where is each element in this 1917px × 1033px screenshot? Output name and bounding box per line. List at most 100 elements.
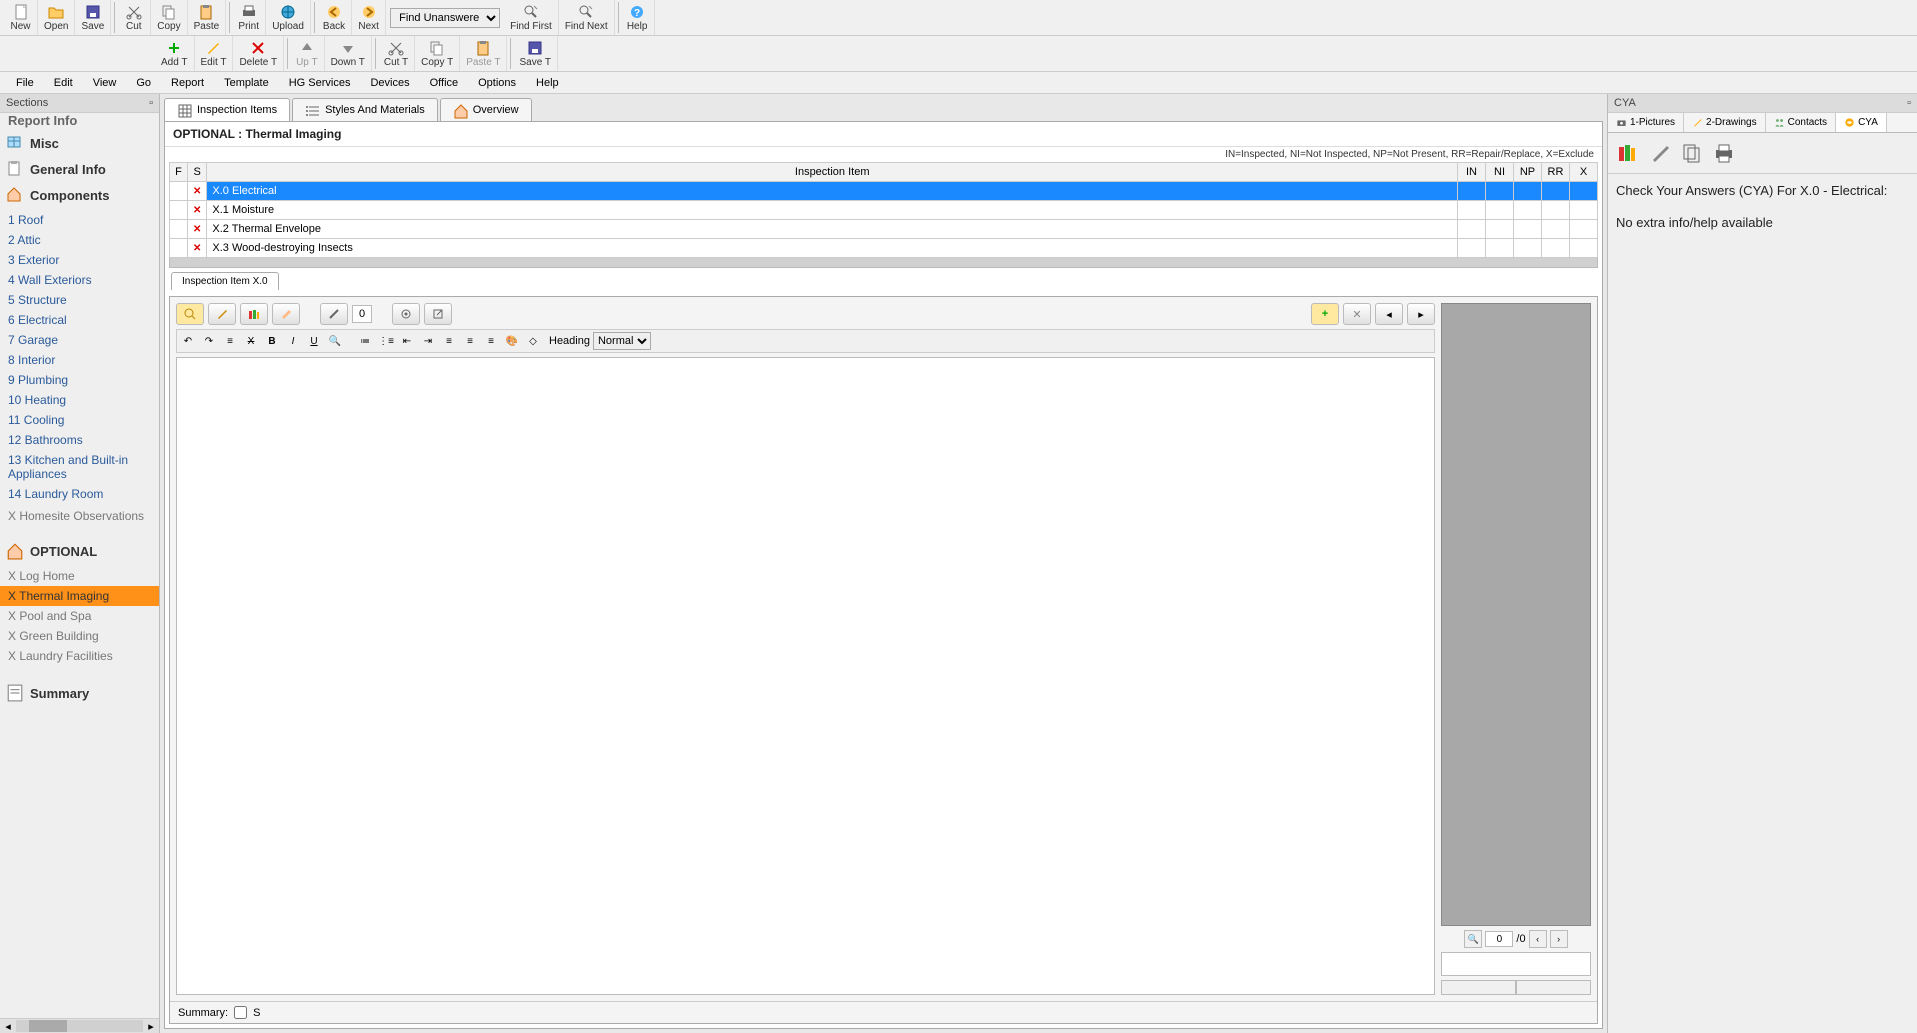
sidebar-item-10-heating[interactable]: 10 Heating [0,390,159,410]
save-button[interactable]: Save [75,0,111,35]
cut-button[interactable]: Cut [117,0,151,35]
rt-outdent-icon[interactable]: ⇤ [398,332,416,350]
add-t-button[interactable]: Add T [155,36,195,71]
editor-tool-button[interactable] [320,303,348,325]
group-summary[interactable]: Summary [0,680,159,706]
editor-popout-button[interactable] [424,303,452,325]
cya-copy-button[interactable] [1678,139,1706,167]
menu-file[interactable]: File [6,74,44,92]
group-misc[interactable]: Misc [0,130,159,156]
table-row[interactable]: ✕X.0 Electrical [170,182,1598,201]
rt-list-ordered-icon[interactable]: ≔ [356,332,374,350]
sidebar-collapse-icon[interactable]: ▫ [149,97,153,109]
menu-report[interactable]: Report [161,74,214,92]
rt-bold-icon[interactable]: B [263,332,281,350]
rt-zoom-icon[interactable]: 🔍 [326,332,344,350]
table-row[interactable]: ✕X.3 Wood-destroying Insects [170,239,1598,258]
paste-t-button[interactable]: Paste T [460,36,507,71]
paste-button[interactable]: Paste [188,0,227,35]
tab-styles-materials[interactable]: Styles And Materials [292,98,438,121]
sidebar-item-2-attic[interactable]: 2 Attic [0,230,159,250]
sidebar-item-5-structure[interactable]: 5 Structure [0,290,159,310]
rt-undo-icon[interactable]: ↶ [179,332,197,350]
sidebar-item-12-bathrooms[interactable]: 12 Bathrooms [0,430,159,450]
sidebar-item-1-roof[interactable]: 1 Roof [0,210,159,230]
cya-collapse-icon[interactable]: ▫ [1907,97,1911,109]
back-button[interactable]: Back [317,0,352,35]
summary-checkbox[interactable] [234,1006,247,1019]
rt-strike-icon[interactable]: X [242,332,260,350]
editor-add-media-button[interactable]: + [1311,303,1339,325]
cya-tab-cya[interactable]: CYA [1836,113,1887,132]
new-button[interactable]: New [4,0,38,35]
editor-item-tab[interactable]: Inspection Item X.0 [171,272,279,290]
copy-t-button[interactable]: Copy T [415,36,460,71]
media-next-button[interactable]: › [1550,930,1568,948]
sidebar-item-7-garage[interactable]: 7 Garage [0,330,159,350]
scroll-right-icon[interactable]: ▸ [143,1020,159,1033]
upload-button[interactable]: Upload [266,0,311,35]
media-page-current[interactable] [1485,931,1513,947]
sidebar-item-x-thermal-imaging[interactable]: X Thermal Imaging [0,586,159,606]
menu-help[interactable]: Help [526,74,569,92]
cya-tab-drawings[interactable]: 2-Drawings [1684,113,1766,132]
sidebar-item-3-exterior[interactable]: 3 Exterior [0,250,159,270]
menu-view[interactable]: View [83,74,127,92]
help-button[interactable]: ?Help [621,0,655,35]
menu-edit[interactable]: Edit [44,74,83,92]
menu-hg-services[interactable]: HG Services [279,74,361,92]
table-row[interactable]: ✕X.2 Thermal Envelope [170,220,1598,239]
group-components[interactable]: Components [0,182,159,208]
sidebar-item-6-electrical[interactable]: 6 Electrical [0,310,159,330]
sidebar-item-8-interior[interactable]: 8 Interior [0,350,159,370]
table-row[interactable]: ✕X.1 Moisture [170,201,1598,220]
rt-redo-icon[interactable]: ↷ [200,332,218,350]
sidebar-item-4-wall-exteriors[interactable]: 4 Wall Exteriors [0,270,159,290]
menu-go[interactable]: Go [126,74,161,92]
rt-align-justify-icon[interactable]: ≡ [221,332,239,350]
editor-next-media-button[interactable]: ▸ [1407,303,1435,325]
copy-button[interactable]: Copy [151,0,187,35]
sidebar-item-x-log-home[interactable]: X Log Home [0,566,159,586]
cya-tab-contacts[interactable]: Contacts [1766,113,1836,132]
sidebar-report-info-truncated[interactable]: Report Info [0,113,159,130]
menu-office[interactable]: Office [420,74,469,92]
cya-edit-button[interactable] [1646,139,1674,167]
rt-color-icon[interactable]: 🎨 [503,332,521,350]
tab-overview[interactable]: Overview [440,98,532,121]
menu-options[interactable]: Options [468,74,526,92]
group-optional[interactable]: OPTIONAL [0,538,159,564]
scroll-left-icon[interactable]: ◂ [0,1020,16,1033]
next-button[interactable]: Next [352,0,386,35]
sidebar-horizontal-scrollbar[interactable]: ◂ ▸ [0,1018,159,1033]
rt-indent-icon[interactable]: ⇥ [419,332,437,350]
find-next-button[interactable]: Find Next [559,0,615,35]
group-general-info[interactable]: General Info [0,156,159,182]
rt-list-bullet-icon[interactable]: ⋮≡ [377,332,395,350]
delete-t-button[interactable]: Delete T [233,36,284,71]
down-t-button[interactable]: Down T [325,36,372,71]
menu-devices[interactable]: Devices [360,74,419,92]
editor-magnify-button[interactable] [176,303,204,325]
editor-highlight-button[interactable] [272,303,300,325]
media-caption-input[interactable] [1441,952,1591,976]
cya-books-button[interactable] [1614,139,1642,167]
menu-template[interactable]: Template [214,74,279,92]
rt-align-right-icon[interactable]: ≡ [482,332,500,350]
rt-align-left-icon[interactable]: ≡ [440,332,458,350]
media-zoom-button[interactable]: 🔍 [1464,930,1482,948]
sidebar-item-14-laundry-room[interactable]: 14 Laundry Room [0,484,159,504]
find-first-button[interactable]: Find First [504,0,559,35]
up-t-button[interactable]: Up T [290,36,325,71]
sidebar-item-13-kitchen-and-built-in-appliances[interactable]: 13 Kitchen and Built-in Appliances [0,450,159,484]
editor-brush-button[interactable] [208,303,236,325]
rt-clear-icon[interactable]: ◇ [524,332,542,350]
editor-settings-button[interactable] [392,303,420,325]
sidebar-item-homesite-observations[interactable]: X Homesite Observations [0,506,159,526]
sidebar-item-11-cooling[interactable]: 11 Cooling [0,410,159,430]
sidebar-item-x-laundry-facilities[interactable]: X Laundry Facilities [0,646,159,666]
print-button[interactable]: Print [232,0,266,35]
editor-remove-media-button[interactable]: ✕ [1343,303,1371,325]
edit-t-button[interactable]: Edit T [195,36,234,71]
tab-inspection-items[interactable]: Inspection Items [164,98,290,121]
